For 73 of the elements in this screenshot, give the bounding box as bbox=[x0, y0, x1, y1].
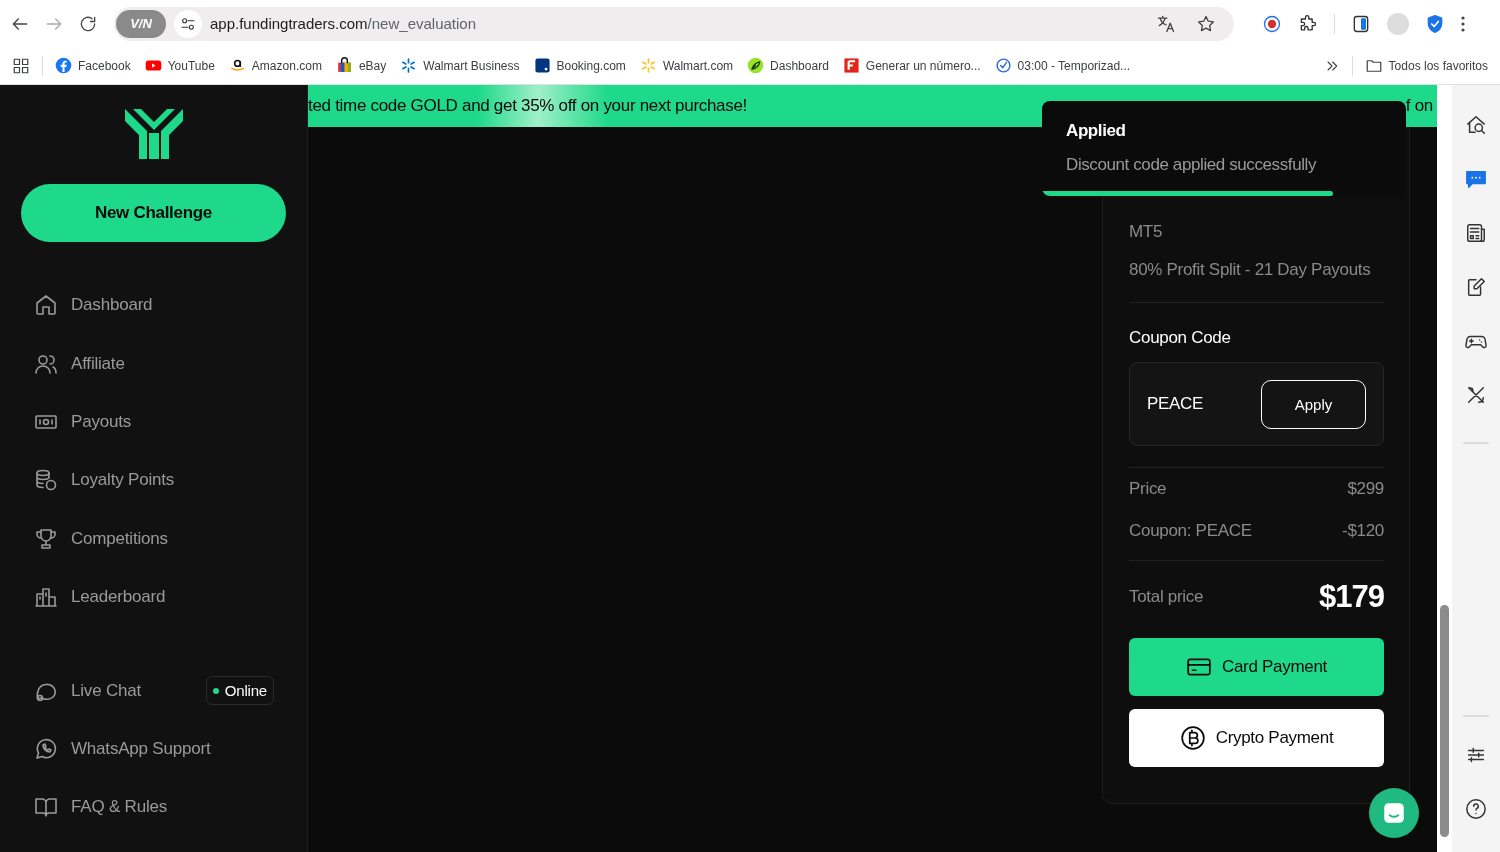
search-icon bbox=[1465, 114, 1487, 136]
open-book-icon bbox=[34, 795, 58, 820]
bookmark-link[interactable]: eBay bbox=[335, 57, 387, 74]
bookmark-link[interactable]: Amazon.com bbox=[228, 57, 322, 74]
chat-icon bbox=[1381, 800, 1407, 826]
total-value: $179 bbox=[1319, 579, 1384, 615]
plan-detail: MT5 bbox=[1129, 221, 1164, 243]
toast-message: Discount code applied successfully bbox=[1066, 155, 1318, 175]
facebook-icon bbox=[55, 57, 72, 74]
price-label: Price bbox=[1129, 479, 1167, 499]
home-icon bbox=[34, 293, 58, 318]
shopping-bag-icon bbox=[335, 57, 353, 74]
price-value: -$120 bbox=[1342, 521, 1384, 541]
nav-item[interactable]: Dashboard bbox=[21, 276, 286, 335]
price-value: $299 bbox=[1347, 479, 1384, 499]
price-label: Coupon: PEACE bbox=[1129, 521, 1252, 541]
nav-item[interactable]: Competitions bbox=[21, 509, 286, 568]
logo-icon bbox=[124, 109, 183, 159]
address-bar[interactable]: app.fundingtraders.com/new_evaluation bbox=[210, 15, 1148, 32]
bookmark-link[interactable]: Generar un número... bbox=[842, 57, 981, 74]
toast-title: Applied bbox=[1066, 121, 1127, 141]
help-icon bbox=[1465, 798, 1487, 820]
square-logo-icon bbox=[533, 57, 551, 74]
more-menu-icon[interactable] bbox=[1461, 15, 1465, 32]
bookmark-link[interactable]: Walmart.com bbox=[639, 57, 734, 74]
spark-icon bbox=[400, 57, 418, 74]
apps-grid-icon bbox=[12, 56, 30, 75]
apply-button[interactable]: Apply bbox=[1261, 379, 1366, 429]
bookmark-link[interactable]: Booking.com bbox=[533, 57, 626, 74]
shield-check-icon bbox=[1425, 13, 1445, 34]
site-settings-button[interactable] bbox=[174, 9, 202, 38]
nav-item[interactable]: Leaderboard bbox=[21, 567, 286, 627]
leaf-icon bbox=[747, 57, 765, 74]
status-badge: Online bbox=[205, 676, 274, 706]
card-payment-button[interactable]: Card Payment bbox=[1129, 638, 1384, 696]
nav-item[interactable]: WhatsApp Support bbox=[21, 719, 286, 779]
banner-text: ted time code GOLD and get 35% off on your next purchase! bbox=[308, 96, 748, 116]
bookmark-link[interactable]: YouTube bbox=[144, 57, 215, 74]
banner-text: f on bbox=[1405, 96, 1433, 116]
smile-arrow-icon bbox=[228, 57, 246, 74]
coupon-field[interactable]: PEACE Apply bbox=[1129, 362, 1384, 446]
coins-icon bbox=[34, 468, 58, 493]
sidebar-panel-icon bbox=[1351, 13, 1371, 34]
nav-item[interactable]: Loyalty Points bbox=[21, 451, 286, 510]
nav-item[interactable]: Affiliate bbox=[21, 334, 286, 393]
logo-tile-icon bbox=[842, 57, 860, 74]
spark-icon bbox=[639, 57, 657, 74]
podium-icon bbox=[34, 585, 58, 610]
timer-icon bbox=[994, 57, 1012, 74]
crypto-payment-button[interactable]: Crypto Payment bbox=[1129, 709, 1384, 767]
nav-item[interactable]: Live Chat Online bbox=[21, 661, 286, 720]
bookmark-link[interactable]: Facebook bbox=[55, 57, 131, 74]
plan-detail: 80% Profit Split - 21 Day Payouts bbox=[1129, 259, 1372, 281]
bookmark-link[interactable]: 03:00 - Temporizad... bbox=[994, 57, 1131, 74]
scrollbar-thumb[interactable] bbox=[1440, 605, 1449, 837]
translate-icon bbox=[1156, 13, 1176, 34]
star-icon bbox=[1196, 13, 1216, 34]
bitcoin-icon bbox=[1179, 725, 1206, 751]
bookmark-link[interactable]: Walmart Business bbox=[400, 57, 520, 74]
new-challenge-button[interactable]: New Challenge bbox=[21, 184, 286, 242]
total-label: Total price bbox=[1129, 587, 1204, 607]
nav-item[interactable]: Payouts bbox=[21, 392, 286, 452]
chat-launcher-button[interactable] bbox=[1369, 788, 1419, 838]
message-icon bbox=[1465, 168, 1487, 190]
edit-note-icon bbox=[1465, 276, 1487, 298]
all-bookmarks-link[interactable]: Todos los favoritos bbox=[1364, 56, 1488, 75]
coupon-heading: Coupon Code bbox=[1129, 328, 1232, 348]
tune-icon bbox=[180, 15, 196, 32]
trophy-icon bbox=[34, 526, 58, 551]
newspaper-icon bbox=[1465, 222, 1487, 244]
nav-item[interactable]: FAQ & Rules bbox=[21, 778, 286, 837]
bookmark-link[interactable]: Dashboard bbox=[747, 57, 829, 74]
phone-bubble-icon bbox=[34, 736, 58, 761]
